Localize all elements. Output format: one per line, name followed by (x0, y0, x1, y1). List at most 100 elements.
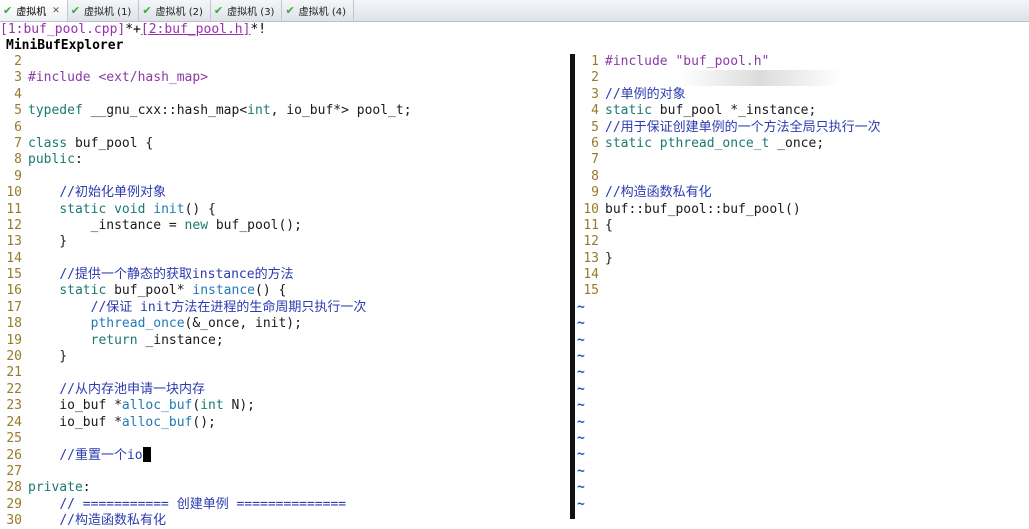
code-line[interactable]: 1 #include "buf_pool.h" (577, 54, 1029, 70)
line-number: 3 (591, 86, 599, 102)
code-line[interactable]: 15 (577, 283, 1029, 299)
code-line[interactable]: 8 (577, 169, 1029, 185)
code-text: //用于保证创建单例的一个方法全局只执行一次 (605, 119, 881, 135)
line-number: 6 (14, 119, 22, 135)
code-text: //重置一个io (59, 448, 143, 464)
vm-tab[interactable]: ✔ 虚拟机 (4) (282, 0, 355, 21)
code-line[interactable]: 5 typedef __gnu_cxx::hash_map<int, io_buf… (0, 103, 570, 119)
code-line[interactable]: 27 (0, 464, 570, 480)
code-line[interactable]: 3 #include <ext/hash_map> (0, 70, 570, 86)
code-line[interactable]: 16 static buf_pool* instance() { (0, 283, 570, 299)
line-number: 15 (6, 267, 22, 283)
code-line[interactable]: 9 (0, 169, 570, 185)
code-line[interactable]: 3 //单例的对象 (577, 87, 1029, 103)
code-line[interactable]: 22 //从内存池申请一块内存 (0, 382, 570, 398)
code-line[interactable]: 6 (0, 120, 570, 136)
code-text: static pthread_once_t _once; (605, 135, 825, 151)
code-line[interactable]: 7 (577, 152, 1029, 168)
code-line[interactable]: 10 buf::buf_pool::buf_pool() (577, 202, 1029, 218)
line-number: 16 (6, 283, 22, 299)
close-icon[interactable]: ✕ (52, 6, 60, 16)
line-number: 29 (6, 496, 22, 512)
line-number: 27 (6, 463, 22, 479)
code-line[interactable]: 20 } (0, 349, 570, 365)
code-line[interactable]: 24 io_buf *alloc_buf(); (0, 415, 570, 431)
code-line[interactable]: 17 //保证 init方法在进程的生命周期只执行一次 (0, 300, 570, 316)
right-editor-pane[interactable]: 1 #include "buf_pool.h" 2 3 //单例的对象 4 static b… (577, 54, 1029, 513)
code-line[interactable]: 14 (577, 267, 1029, 283)
code-line[interactable]: 5 //用于保证创建单例的一个方法全局只执行一次 (577, 120, 1029, 136)
vm-tab-label: 虚拟机 (2) (155, 7, 203, 18)
buffer-tab-buf-pool-cpp[interactable]: [1:buf_pool.cpp] (0, 22, 125, 37)
line-number: 3 (14, 70, 22, 86)
vm-tab[interactable]: ✔ 虚拟机 (1) (68, 0, 140, 21)
line-number: 30 (6, 512, 22, 528)
tilde-marker: ~ (577, 349, 585, 365)
code-text: //初始化单例对象 (59, 185, 166, 201)
code-line[interactable]: 10 //初始化单例对象 (0, 185, 570, 201)
code-line[interactable]: 30 //构造函数私有化 (0, 513, 570, 529)
code-line[interactable]: 12 _instance = new buf_pool(); (0, 218, 570, 234)
code-line[interactable]: 2 (0, 54, 570, 70)
code-line[interactable]: 13 } (0, 234, 570, 250)
code-line[interactable]: 26 //重置一个io (0, 447, 570, 463)
code-line[interactable]: 8 public: (0, 152, 570, 168)
line-number: 7 (14, 135, 22, 151)
code-line[interactable]: 12 (577, 234, 1029, 250)
code-line[interactable]: 23 io_buf *alloc_buf(int N); (0, 398, 570, 414)
code-line[interactable]: 11 { (577, 218, 1029, 234)
code-text: { (605, 217, 613, 233)
tilde-marker: ~ (577, 332, 585, 348)
line-number: 9 (591, 185, 599, 201)
code-text: private: (28, 480, 91, 496)
line-number: 11 (583, 217, 599, 233)
code-text: #include "buf_pool.h" (605, 54, 770, 69)
code-line[interactable]: 9 //构造函数私有化 (577, 185, 1029, 201)
code-text: } (28, 234, 68, 250)
blurred-overlay (680, 70, 840, 86)
vertical-split-divider[interactable] (570, 54, 575, 519)
line-number: 8 (14, 152, 22, 168)
code-text: return _instance; (90, 332, 224, 348)
code-line[interactable]: 28 private: (0, 480, 570, 496)
empty-line-marker: ~ (577, 349, 1029, 365)
code-line[interactable]: 29 // =========== 创建单例 ============== (0, 497, 570, 513)
code-line[interactable]: 14 (0, 251, 570, 267)
code-line[interactable]: 4 static buf_pool *_instance; (577, 103, 1029, 119)
line-number: 2 (14, 54, 22, 69)
code-line[interactable]: 11 static void init() { (0, 202, 570, 218)
line-number: 13 (6, 234, 22, 250)
empty-line-marker: ~ (577, 398, 1029, 414)
code-line[interactable]: 15 //提供一个静态的获取instance的方法 (0, 267, 570, 283)
code-text: static void init() { (59, 201, 216, 217)
line-number: 1 (591, 54, 599, 69)
code-line[interactable]: 13} (577, 251, 1029, 267)
code-line[interactable]: 25 (0, 431, 570, 447)
left-editor-pane[interactable]: 2 3 #include <ext/hash_map> 4 5 typedef __gnu… (0, 54, 570, 529)
vm-tab[interactable]: ✔ 虚拟机 ✕ (0, 0, 68, 21)
vm-tab-label: 虚拟机 (3) (227, 7, 275, 18)
buffer-tab-buf-pool-h[interactable]: [2:buf_pool.h] (141, 22, 251, 37)
line-number: 7 (591, 152, 599, 168)
vm-tab[interactable]: ✔ 虚拟机 (2) (139, 0, 211, 21)
code-line[interactable]: 6 static pthread_once_t _once; (577, 136, 1029, 152)
code-line[interactable]: 4 (0, 87, 570, 103)
vm-tab[interactable]: ✔ 虚拟机 (3) (211, 0, 283, 21)
checkmark-icon: ✔ (213, 4, 224, 17)
code-text: _instance = new buf_pool(); (28, 217, 302, 233)
code-line[interactable]: 7 class buf_pool { (0, 136, 570, 152)
line-number: 12 (6, 217, 22, 233)
line-number: 6 (591, 135, 599, 151)
tilde-marker: ~ (577, 414, 585, 430)
tilde-marker: ~ (577, 430, 585, 446)
code-line[interactable]: 19 return _instance; (0, 333, 570, 349)
code-line[interactable]: 18 pthread_once(&_once, init); (0, 316, 570, 332)
empty-line-marker: ~ (577, 480, 1029, 496)
code-line[interactable]: 21 (0, 365, 570, 381)
line-number: 22 (6, 381, 22, 397)
empty-line-marker: ~ (577, 431, 1029, 447)
code-text: static buf_pool *_instance; (605, 103, 817, 119)
line-number: 23 (6, 398, 22, 414)
vm-tab-bar: ✔ 虚拟机 ✕ ✔ 虚拟机 (1) ✔ 虚拟机 (2) ✔ 虚拟机 (3) ✔ 虚拟机 (4) (0, 0, 1029, 22)
line-number: 28 (6, 480, 22, 496)
